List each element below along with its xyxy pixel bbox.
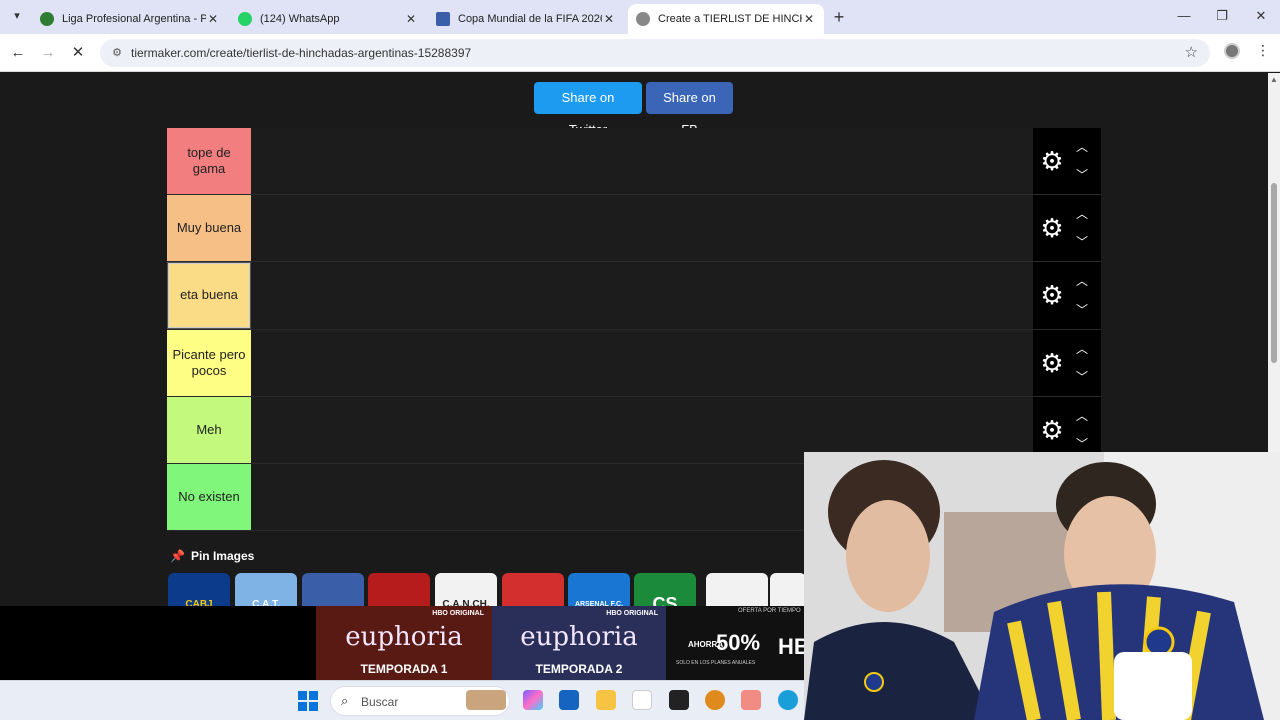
gear-icon[interactable]: ⚙ [1038,281,1066,309]
windows-start-icon[interactable] [298,691,318,711]
tab-title: Liga Profesional Argentina - PO [62,13,206,25]
tier-row: eta buena ⚙ ︿ ﹀ [167,262,1101,330]
whatsapp-icon [238,12,252,26]
search-highlight-icon[interactable] [466,690,506,710]
file-explorer-icon[interactable] [596,690,616,710]
pin-icon: 📌 [170,549,185,563]
profile-avatar[interactable] [1224,43,1240,59]
site-info-icon[interactable]: ⚙ [110,46,124,60]
copilot-icon[interactable] [523,690,543,710]
tier-label[interactable]: eta buena [167,262,251,329]
browser-menu-icon[interactable]: ⋮ [1256,42,1270,59]
omnibox[interactable]: ⚙ tiermaker.com/create/tierlist-de-hinch… [100,39,1210,67]
ad-banner[interactable]: HBO ORIGINAL euphoria TEMPORADA 1 HBO OR… [0,606,810,680]
pin-images-toggle[interactable]: 📌 Pin Images [170,549,254,563]
close-tab-icon[interactable]: ✕ [206,12,220,26]
chevron-down-icon[interactable]: ﹀ [1073,437,1091,451]
tier-row: tope de gama ⚙ ︿ ﹀ [167,128,1101,196]
soccer-ball-icon [40,12,54,26]
scroll-up-icon[interactable]: ▲ [1270,75,1278,84]
ad-title: euphoria [520,622,638,652]
tab-title: Create a TIERLIST DE HINCHAD [658,13,802,25]
fifa-icon [436,12,450,26]
tab-search-icon[interactable]: ▾ [8,9,26,25]
close-window-button[interactable]: ✕ [1251,8,1271,24]
tier-drop-zone[interactable] [251,329,1033,396]
url-text[interactable]: tiermaker.com/create/tierlist-de-hinchad… [131,46,471,60]
amazon-icon[interactable] [632,690,652,710]
close-tab-icon[interactable]: ✕ [802,12,816,26]
tier-controls: ⚙ ︿ ﹀ [1033,128,1101,195]
taskbar-search-placeholder: Buscar [361,695,399,709]
gear-icon[interactable]: ⚙ [1038,214,1066,242]
hbo-brand: HBO ORIGINAL [606,610,658,617]
tab-tiermaker[interactable]: Create a TIERLIST DE HINCHAD ✕ [628,4,824,34]
chevron-up-icon[interactable]: ︿ [1073,140,1091,154]
close-tab-icon[interactable]: ✕ [404,12,418,26]
gear-icon[interactable]: ⚙ [1038,416,1066,444]
loading-icon [636,12,650,26]
tier-drop-zone[interactable] [251,195,1033,262]
dropbox-icon[interactable] [669,690,689,710]
chevron-up-icon[interactable]: ︿ [1073,274,1091,288]
back-arrow-icon[interactable]: ← [8,43,28,63]
chevron-up-icon[interactable]: ︿ [1073,207,1091,221]
ad-tile-euphoria-2[interactable]: HBO ORIGINAL euphoria TEMPORADA 2 [492,606,666,680]
webcam-video-frame [804,452,1280,720]
chevron-up-icon[interactable]: ︿ [1073,342,1091,356]
browser-tab-bar: ▾ Liga Profesional Argentina - PO ✕ (124… [0,0,1280,34]
tier-controls: ⚙ ︿ ﹀ [1033,262,1101,329]
tab-whatsapp[interactable]: (124) WhatsApp ✕ [230,4,426,34]
ad-title: euphoria [345,622,463,652]
gear-icon[interactable]: ⚙ [1038,147,1066,175]
promo-top-text: OFERTA POR TIEMPO [738,608,801,614]
hbo-brand: HBO ORIGINAL [432,610,484,617]
tier-label[interactable]: Muy buena [167,195,251,262]
scrollbar-thumb[interactable] [1271,183,1277,363]
share-twitter-button[interactable]: Share on Twitter [534,82,642,137]
maximize-button[interactable]: ❐ [1212,8,1232,24]
edge-icon[interactable] [778,690,798,710]
pin-images-label: Pin Images [190,549,255,563]
ad-subtitle: TEMPORADA 2 [535,662,623,676]
share-fb-button[interactable]: Share on FB [646,82,733,137]
tier-drop-zone[interactable] [251,262,1033,329]
app-icon[interactable] [705,690,725,710]
tier-controls: ⚙ ︿ ﹀ [1033,195,1101,262]
promo-amount: 50% [716,630,761,655]
tier-label[interactable]: tope de gama [167,128,251,195]
tier-controls: ⚙ ︿ ﹀ [1033,329,1101,396]
ad-tile-promo[interactable]: OFERTA POR TIEMPO AHORRA 50% SOLO EN LOS… [666,606,810,680]
ad-tile-euphoria-1[interactable]: HBO ORIGINAL euphoria TEMPORADA 1 [316,606,492,680]
minimize-button[interactable]: — [1174,8,1194,23]
tier-drop-zone[interactable] [251,128,1033,195]
tier-label[interactable]: Picante pero pocos [167,329,251,396]
tier-label[interactable]: Meh [167,396,251,463]
forward-arrow-icon[interactable]: → [38,43,58,63]
stop-loading-icon[interactable]: ✕ [68,43,88,63]
tab-title: (124) WhatsApp [260,13,340,25]
chevron-down-icon[interactable]: ﹀ [1073,303,1091,317]
tab-liga-profesional[interactable]: Liga Profesional Argentina - PO ✕ [32,4,228,34]
address-bar: ← → ✕ ⚙ tiermaker.com/create/tierlist-de… [0,34,1280,72]
chevron-down-icon[interactable]: ﹀ [1073,168,1091,182]
chevron-down-icon[interactable]: ﹀ [1073,370,1091,384]
promo-subtext: SOLO EN LOS PLANES ANUALES [676,660,756,666]
chevron-up-icon[interactable]: ︿ [1073,409,1091,423]
ad-subtitle: TEMPORADA 1 [360,662,448,676]
tier-label[interactable]: No existen [167,463,251,531]
store-icon[interactable] [559,690,579,710]
app-icon[interactable] [741,690,761,710]
gear-icon[interactable]: ⚙ [1038,349,1066,377]
tier-row: Muy buena ⚙ ︿ ﹀ [167,195,1101,263]
tab-copa-mundial[interactable]: Copa Mundial de la FIFA 2026™ ✕ [428,4,624,34]
new-tab-button[interactable]: + [830,8,848,26]
tier-row: Picante pero pocos ⚙ ︿ ﹀ [167,329,1101,397]
search-icon: ⌕ [341,693,349,708]
bookmark-star-icon[interactable]: ☆ [1185,43,1198,61]
webcam-overlay [804,452,1280,720]
close-tab-icon[interactable]: ✕ [602,12,616,26]
tab-title: Copa Mundial de la FIFA 2026™ [458,13,602,25]
chevron-down-icon[interactable]: ﹀ [1073,235,1091,249]
